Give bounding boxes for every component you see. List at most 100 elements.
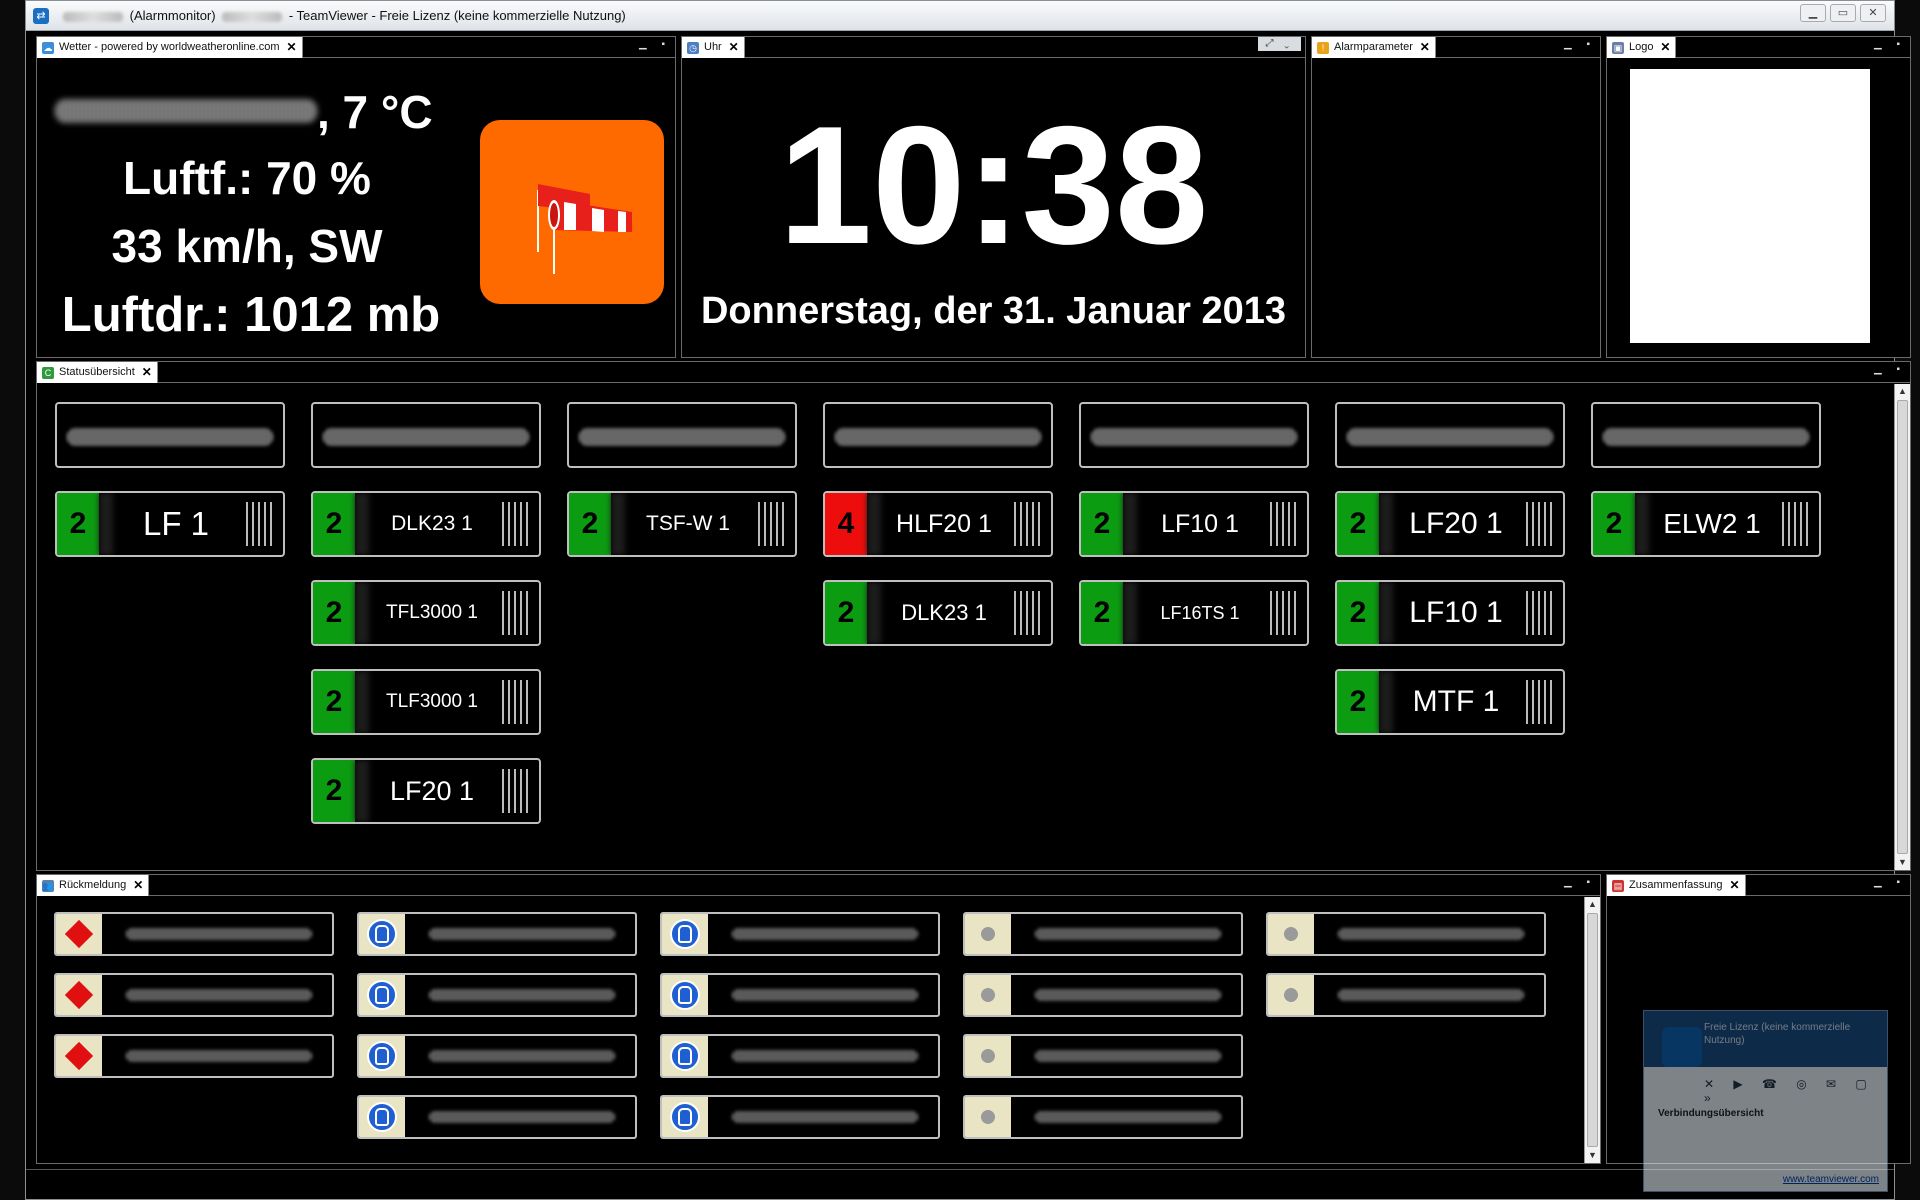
teamviewer-link[interactable]: www.teamviewer.com [1783, 1174, 1879, 1185]
person-icon [1279, 983, 1303, 1007]
vehicle-tile[interactable]: 2 DLK23 1 [823, 580, 1053, 646]
scroll-down-icon[interactable]: ▼ [1585, 1148, 1600, 1163]
station-header [55, 402, 285, 468]
signal-bars-icon [1526, 591, 1554, 635]
panel-window-controls[interactable]: ▁ ▪ [1874, 364, 1906, 375]
vehicle-tile[interactable]: 2 LF 1 [55, 491, 285, 557]
feedback-tile[interactable] [1266, 973, 1546, 1017]
tab-status-label: Statusübersicht [59, 366, 135, 378]
breathing-mask-icon [670, 980, 700, 1010]
panel-window-controls[interactable]: ▁ ▪ [1874, 39, 1906, 50]
tab-feedback-label: Rückmeldung [59, 879, 127, 891]
maximize-icon[interactable]: ▭ [1830, 4, 1856, 22]
feedback-tile[interactable] [660, 912, 940, 956]
person-icon [976, 1105, 1000, 1129]
vehicle-tile[interactable]: 2 TFL3000 1 [311, 580, 541, 646]
feedback-tile[interactable] [660, 1095, 940, 1139]
vehicle-tile[interactable]: 2 MTF 1 [1335, 669, 1565, 735]
station-header [1335, 402, 1565, 468]
feedback-tile[interactable] [963, 973, 1243, 1017]
vehicle-tile[interactable]: 2 LF16TS 1 [1079, 580, 1309, 646]
minimize-icon[interactable]: ▁ [1800, 4, 1826, 22]
vehicle-status: 2 [1081, 493, 1123, 555]
panel-window-controls[interactable]: ▁ ▪ [1874, 877, 1906, 888]
person-icon [976, 983, 1000, 1007]
close-icon[interactable]: ✕ [1420, 37, 1430, 58]
tab-alarm-parameters[interactable]: ! Alarmparameter ✕ [1312, 37, 1436, 58]
people-icon: 👥 [42, 880, 54, 892]
tab-summary[interactable]: ▤ Zusammenfassung ✕ [1607, 875, 1746, 896]
scrollbar-thumb[interactable] [1897, 400, 1908, 854]
close-icon[interactable]: ✕ [133, 875, 143, 896]
vehicle-status: 2 [313, 760, 355, 822]
window-title-suffix: - TeamViewer - Freie Lizenz (keine komme… [288, 8, 626, 23]
teamviewer-toolbar[interactable]: ✕ ▶ ☎ ◎ ✉ ▢ » [1704, 1077, 1887, 1105]
vehicle-tile[interactable]: 2 TSF-W 1 [567, 491, 797, 557]
signal-bars-icon [1270, 591, 1298, 635]
vehicle-name: TFL3000 1 [386, 602, 478, 623]
feedback-tile[interactable] [357, 1034, 637, 1078]
panel-window-controls[interactable]: ▁ ▪ [1564, 877, 1596, 888]
teamviewer-app-icon: ⇄ [33, 8, 49, 24]
vehicle-tile[interactable]: 2 LF20 1 [311, 758, 541, 824]
tab-summary-label: Zusammenfassung [1629, 879, 1723, 891]
status-scrollbar[interactable]: ▲ ▼ [1894, 384, 1910, 870]
feedback-scrollbar[interactable]: ▲ ▼ [1584, 897, 1600, 1163]
vehicle-tile[interactable]: 2 LF10 1 [1079, 491, 1309, 557]
summary-icon: ▤ [1612, 880, 1624, 892]
panel-window-controls[interactable]: ▁ ▪ [639, 39, 671, 50]
feedback-tile[interactable] [54, 912, 334, 956]
feedback-tile[interactable] [1266, 912, 1546, 956]
breathing-mask-icon [367, 1041, 397, 1071]
tab-logo[interactable]: ▣ Logo ✕ [1607, 37, 1677, 58]
feedback-tile[interactable] [54, 973, 334, 1017]
feedback-tile[interactable] [660, 973, 940, 1017]
scroll-up-icon[interactable]: ▲ [1585, 897, 1600, 912]
vehicle-tile[interactable]: 2 ELW2 1 [1591, 491, 1821, 557]
breathing-mask-icon [367, 980, 397, 1010]
vehicle-status: 2 [1593, 493, 1635, 555]
vehicle-status: 2 [1337, 671, 1379, 733]
view-menu-icon[interactable]: ⤢ ⌄ [1257, 37, 1301, 51]
tab-feedback[interactable]: 👥 Rückmeldung ✕ [37, 875, 150, 896]
scroll-down-icon[interactable]: ▼ [1895, 855, 1910, 870]
clock-time: 10:38 [778, 91, 1209, 279]
scrollbar-thumb[interactable] [1587, 913, 1598, 1147]
signal-bars-icon [502, 769, 530, 813]
windsock-icon [480, 120, 664, 304]
close-icon[interactable]: ✕ [1729, 875, 1739, 896]
station-header [823, 402, 1053, 468]
vehicle-tile[interactable]: 4 HLF20 1 [823, 491, 1053, 557]
vehicle-tile[interactable]: 2 TLF3000 1 [311, 669, 541, 735]
breathing-mask-icon [670, 1041, 700, 1071]
close-icon[interactable]: ✕ [286, 37, 296, 58]
feedback-tile[interactable] [54, 1034, 334, 1078]
weather-pressure: Luftdr.: 1012 mb [61, 288, 441, 342]
vehicle-tile[interactable]: 2 LF20 1 [1335, 491, 1565, 557]
vehicle-name: LF20 1 [1409, 507, 1503, 540]
tab-status-overview[interactable]: C Statusübersicht ✕ [37, 362, 158, 383]
breathing-mask-icon [367, 1102, 397, 1132]
feedback-tile[interactable] [357, 973, 637, 1017]
feedback-tile[interactable] [357, 912, 637, 956]
signal-bars-icon [1526, 502, 1554, 546]
feedback-tile[interactable] [963, 1095, 1243, 1139]
window-titlebar[interactable]: ⇄ (Alarmmonitor) - TeamViewer - Freie Li… [26, 1, 1894, 31]
feedback-tile[interactable] [963, 1034, 1243, 1078]
tab-weather[interactable]: ☁ Wetter - powered by worldweatheronline… [37, 37, 303, 58]
close-icon[interactable]: ✕ [142, 362, 152, 383]
tab-clock[interactable]: ◷ Uhr ✕ [682, 37, 745, 58]
panel-window-controls[interactable]: ▁ ▪ [1564, 39, 1596, 50]
feedback-tile[interactable] [357, 1095, 637, 1139]
close-icon[interactable]: ✕ [729, 37, 739, 58]
close-icon[interactable]: ✕ [1660, 37, 1670, 58]
close-icon[interactable]: ✕ [1860, 4, 1886, 22]
feedback-tile[interactable] [660, 1034, 940, 1078]
signal-bars-icon [502, 502, 530, 546]
vehicle-tile[interactable]: 2 LF10 1 [1335, 580, 1565, 646]
scroll-up-icon[interactable]: ▲ [1895, 384, 1910, 399]
weather-wind: 33 km/h, SW [111, 220, 383, 272]
vehicle-tile[interactable]: 2 DLK23 1 [311, 491, 541, 557]
feedback-tile[interactable] [963, 912, 1243, 956]
teamviewer-popup[interactable]: Freie Lizenz (keine kommerzielle Nutzung… [1643, 1010, 1888, 1192]
